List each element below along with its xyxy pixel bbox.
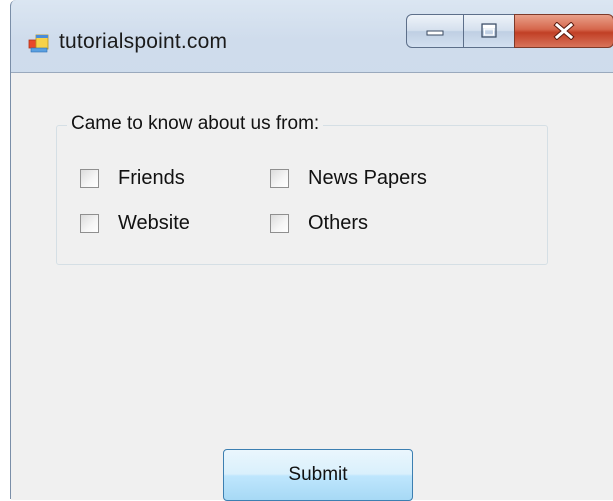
others-checkbox[interactable] — [270, 214, 289, 233]
checkbox-website[interactable]: Website — [80, 212, 190, 235]
news-papers-checkbox[interactable] — [270, 169, 289, 188]
submit-button[interactable]: Submit — [223, 449, 413, 501]
groupbox-title: Came to know about us from: — [67, 113, 324, 135]
source-groupbox — [56, 125, 548, 265]
app-icon — [28, 34, 49, 53]
others-label: Others — [308, 212, 369, 234]
window-title: tutorialspoint.com — [59, 30, 228, 53]
website-label: Website — [118, 212, 190, 234]
form-client-area: Came to know about us from: Friends News… — [11, 72, 613, 501]
checkbox-news-papers[interactable]: News Papers — [270, 167, 427, 190]
friends-label: Friends — [118, 167, 185, 189]
title-bar[interactable]: tutorialspoint.com — [11, 0, 613, 72]
maximize-button[interactable] — [463, 14, 515, 48]
close-button[interactable] — [514, 14, 613, 48]
minimize-icon — [426, 30, 444, 36]
checkbox-others[interactable]: Others — [270, 212, 368, 235]
friends-checkbox[interactable] — [80, 169, 99, 188]
website-checkbox[interactable] — [80, 214, 99, 233]
news-papers-label: News Papers — [308, 167, 427, 189]
minimize-button[interactable] — [406, 14, 464, 48]
maximize-icon — [481, 23, 497, 38]
checkbox-friends[interactable]: Friends — [80, 167, 185, 190]
close-icon — [553, 22, 575, 40]
app-window: tutorialspoint.com Came to know about us… — [10, 0, 613, 501]
